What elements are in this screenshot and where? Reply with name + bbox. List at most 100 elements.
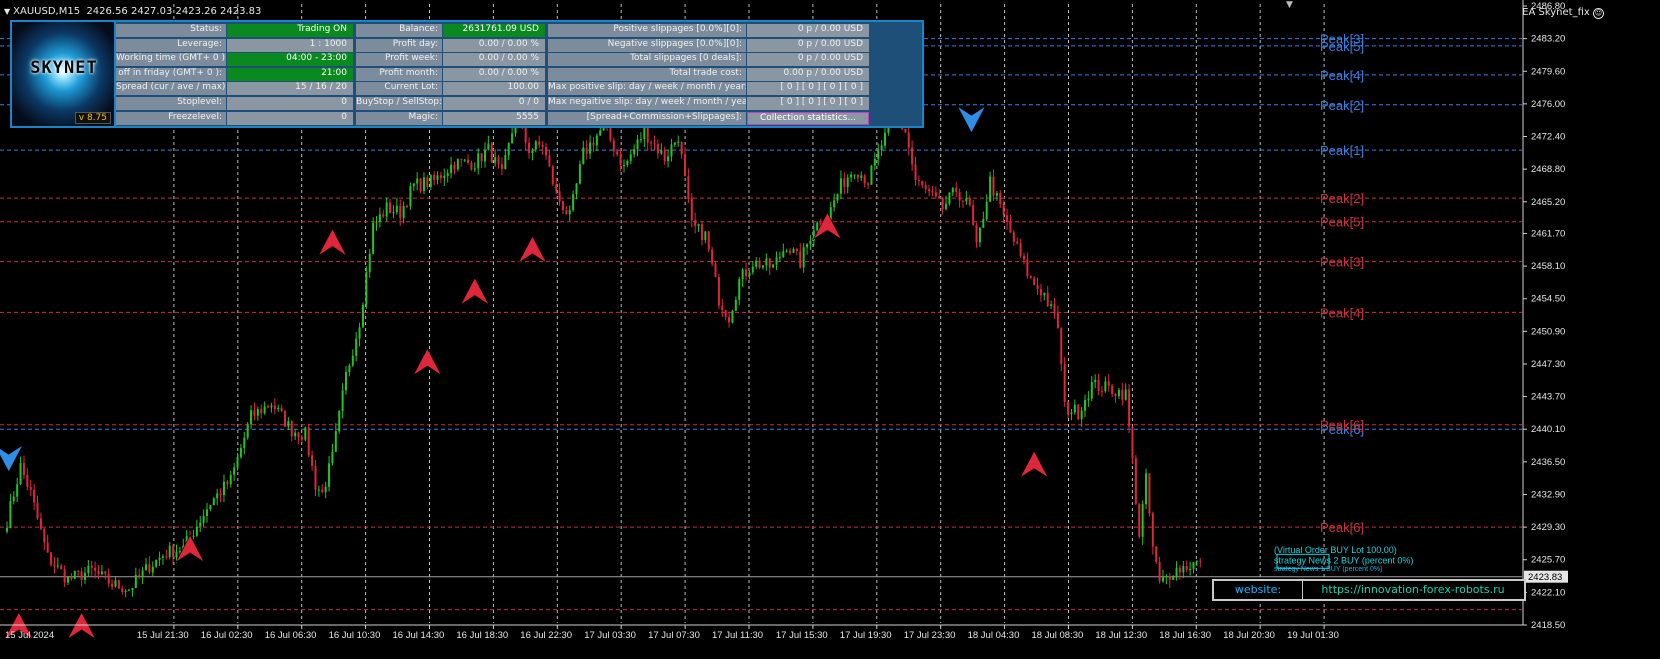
bear-candle bbox=[745, 269, 748, 277]
bear-candle bbox=[684, 154, 686, 177]
collapse-arrow-icon[interactable]: ▼ bbox=[4, 7, 10, 16]
bid-price-tag-label: 2423.83 bbox=[1528, 572, 1562, 583]
logo-text: SKYNET bbox=[30, 58, 98, 78]
bear-candle bbox=[406, 205, 409, 207]
bear-candle bbox=[934, 192, 937, 197]
panel-col1-value-3: 21:00 bbox=[227, 67, 353, 81]
bear-candle bbox=[439, 175, 442, 179]
bull-candle bbox=[168, 545, 171, 557]
panel-col2-label-3: Profit month: bbox=[356, 67, 442, 81]
bull-candle bbox=[402, 205, 405, 219]
bear-candle bbox=[707, 231, 710, 250]
bull-candle bbox=[833, 200, 836, 208]
bull-candle bbox=[131, 587, 134, 590]
expert-advisor-label[interactable]: EA Skynet_fix ☺ bbox=[1522, 7, 1604, 19]
bull-candle bbox=[334, 431, 337, 452]
bear-candle bbox=[592, 142, 595, 146]
chart-shift-marker-icon[interactable]: ▼ bbox=[1286, 0, 1293, 10]
bull-candle bbox=[463, 159, 466, 161]
bull-candle bbox=[144, 564, 147, 571]
bear-candle bbox=[433, 174, 436, 180]
time-tick-label: 15 Jul 2024 bbox=[5, 630, 54, 641]
bull-candle bbox=[1189, 568, 1192, 570]
collection-statistics-button[interactable]: Collection statistics... bbox=[747, 111, 869, 125]
bear-candle bbox=[107, 573, 110, 584]
bear-candle bbox=[121, 588, 124, 592]
bull-candle bbox=[178, 551, 181, 553]
bear-candle bbox=[992, 176, 995, 196]
bear-candle bbox=[467, 159, 470, 163]
bull-candle bbox=[324, 486, 327, 493]
bull-candle bbox=[660, 150, 663, 154]
bear-candle bbox=[1060, 328, 1063, 365]
bull-candle bbox=[114, 580, 117, 587]
bull-candle bbox=[595, 135, 598, 146]
bear-candle bbox=[907, 132, 910, 148]
bull-candle bbox=[1141, 504, 1144, 537]
bull-candle bbox=[12, 496, 15, 502]
bear-candle bbox=[311, 455, 314, 466]
ohlc-values: 2426.56 2427.03 2423.26 2423.83 bbox=[86, 6, 262, 17]
bull-candle bbox=[1124, 389, 1127, 400]
bear-candle bbox=[80, 571, 83, 580]
bear-candle bbox=[60, 565, 63, 570]
bear-candle bbox=[867, 183, 870, 185]
bull-candle bbox=[1090, 382, 1093, 399]
bull-candle bbox=[985, 201, 988, 220]
bull-candle bbox=[304, 427, 307, 440]
bear-candle bbox=[314, 465, 317, 490]
bear-candle bbox=[1097, 379, 1100, 392]
bear-candle bbox=[1131, 426, 1134, 459]
bear-candle bbox=[789, 250, 792, 253]
bear-candle bbox=[724, 310, 727, 317]
panel-col2-label-0: Balance: bbox=[356, 24, 442, 37]
bull-candle bbox=[6, 528, 8, 532]
panel-col3-value-2: 0 p / 0.00 USD bbox=[747, 53, 869, 67]
bear-candle bbox=[399, 205, 402, 219]
bull-candle bbox=[73, 570, 76, 579]
bull-candle bbox=[395, 205, 398, 213]
bull-candle bbox=[355, 338, 358, 356]
bear-candle bbox=[1168, 576, 1171, 580]
website-link[interactable]: https://innovation-forex-robots.ru bbox=[1302, 581, 1524, 599]
bull-candle bbox=[504, 155, 507, 170]
bull-candle bbox=[761, 265, 764, 268]
bull-candle bbox=[511, 133, 514, 144]
bull-candle bbox=[1165, 576, 1168, 578]
bull-candle bbox=[629, 154, 632, 161]
bear-candle bbox=[267, 406, 270, 408]
bull-candle bbox=[836, 193, 839, 201]
bear-candle bbox=[551, 166, 554, 185]
bear-candle bbox=[389, 202, 392, 214]
bear-candle bbox=[721, 305, 724, 311]
time-tick-label: 18 Jul 16:30 bbox=[1159, 630, 1211, 641]
bear-candle bbox=[50, 552, 53, 565]
bull-candle bbox=[375, 221, 378, 223]
bull-candle bbox=[450, 164, 453, 174]
price-tick-label: 2454.50 bbox=[1531, 294, 1565, 305]
price-tick-label: 2479.60 bbox=[1531, 66, 1565, 77]
price-tick-label: 2440.10 bbox=[1531, 424, 1565, 435]
bear-candle bbox=[273, 405, 276, 410]
bull-candle bbox=[206, 509, 209, 516]
bear-candle bbox=[470, 162, 473, 170]
price-tick-label: 2443.70 bbox=[1531, 392, 1565, 403]
bear-candle bbox=[1185, 566, 1188, 570]
bear-candle bbox=[1029, 276, 1032, 278]
bear-candle bbox=[283, 411, 286, 427]
bull-candle bbox=[778, 257, 781, 259]
bear-candle bbox=[480, 153, 483, 162]
bear-candle bbox=[253, 410, 256, 416]
bear-candle bbox=[1151, 513, 1154, 547]
bear-candle bbox=[799, 251, 802, 268]
bear-candle bbox=[924, 185, 927, 190]
panel-col3-label-1: Negative slippages [0.0%][0]: bbox=[548, 38, 746, 52]
bull-candle bbox=[734, 299, 737, 311]
chart-title[interactable]: ▼ XAUUSD,M15 2426.56 2427.03 2423.26 2423… bbox=[4, 6, 261, 17]
time-tick-label: 18 Jul 12:30 bbox=[1095, 630, 1147, 641]
bear-candle bbox=[97, 570, 100, 575]
bull-candle bbox=[1104, 381, 1107, 392]
bear-candle bbox=[612, 140, 615, 152]
bear-candle bbox=[911, 147, 914, 165]
bull-candle bbox=[1161, 577, 1164, 582]
